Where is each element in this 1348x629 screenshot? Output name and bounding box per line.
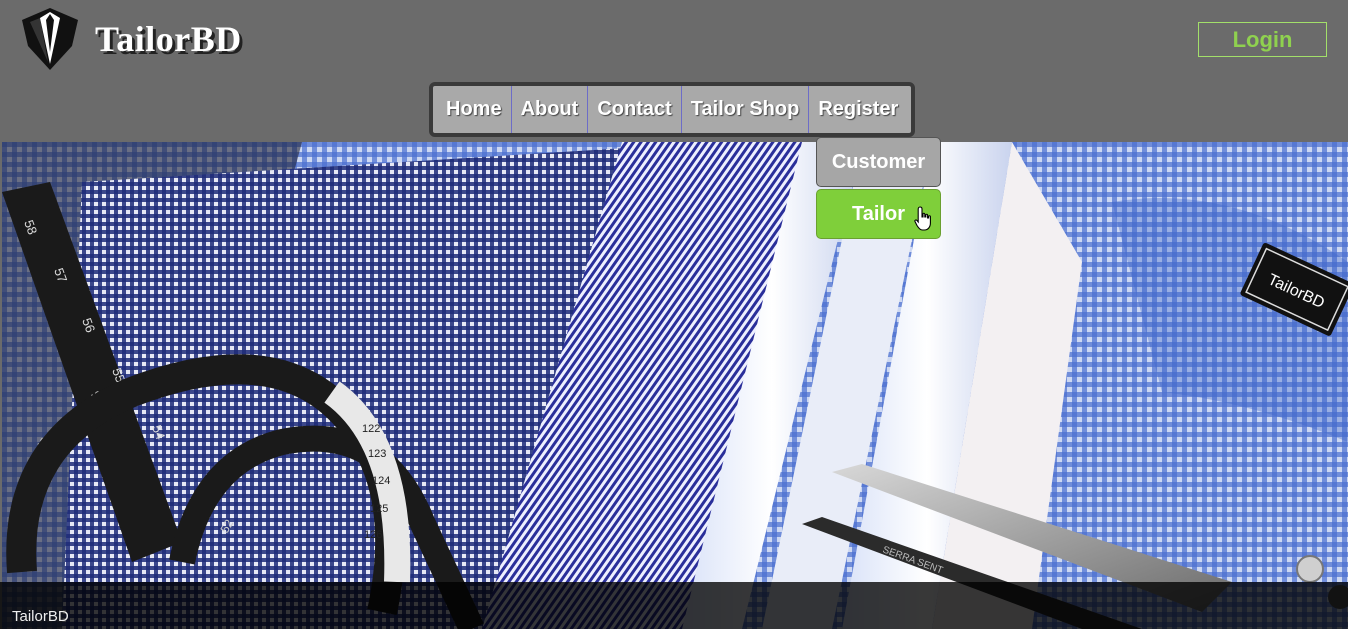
hero-photo: TailorBD 58 57 56 55 54 43 42 122 123 12… [2,142,1348,629]
brand-name[interactable]: TailorBD [95,18,242,60]
tape-number: 122 [362,423,380,435]
nav-register[interactable]: Register [808,86,907,133]
nav-about[interactable]: About [510,86,588,133]
footer-text: TailorBD [12,608,69,625]
footer [0,582,1348,629]
nav-home[interactable]: Home [437,86,511,133]
dropdown-item-customer[interactable]: Customer [816,137,941,187]
hand-pointer-cursor-icon [914,206,931,231]
nav-contact[interactable]: Contact [587,86,680,133]
tape-number: 126 [364,529,382,541]
tape-number: 125 [370,503,388,515]
main-nav: Home About Contact Tailor Shop Register [429,82,916,137]
tape-number: 123 [368,448,386,460]
nav-tailor-shop[interactable]: Tailor Shop [680,86,809,133]
login-button[interactable]: Login [1198,22,1327,57]
hero-image: TailorBD 58 57 56 55 54 43 42 122 123 12… [2,142,1348,629]
tuxedo-logo-icon [22,8,78,70]
shirt-button [1296,555,1324,583]
tape-number: 124 [372,475,390,487]
